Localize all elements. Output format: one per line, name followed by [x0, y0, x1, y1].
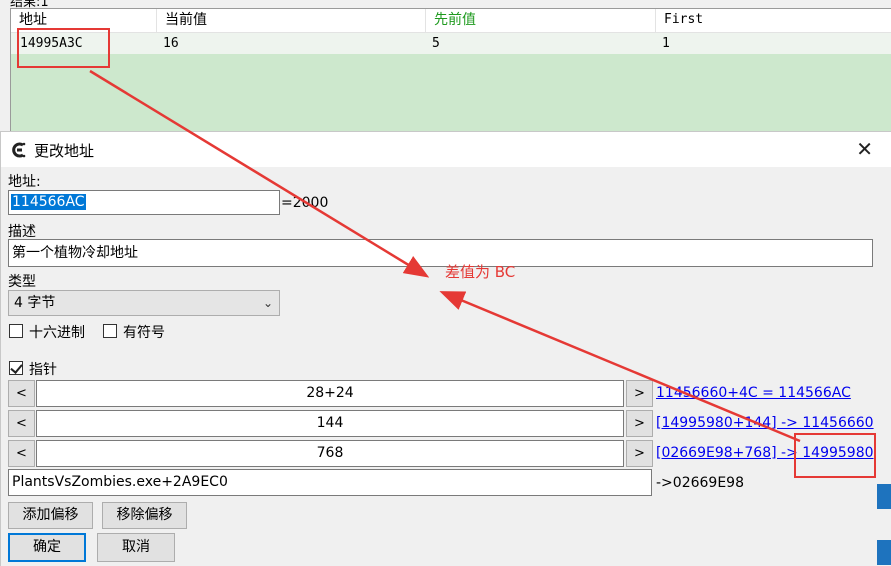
hex-label: 十六进制	[29, 325, 85, 341]
offset-input[interactable]: 144	[36, 410, 624, 437]
offset-input[interactable]: 768	[36, 440, 624, 467]
cell-previous-value: 5	[432, 36, 440, 51]
offset-result-link[interactable]: [14995980+144] -> 11456660	[656, 415, 874, 431]
signed-label: 有符号	[123, 325, 165, 341]
remove-offset-button[interactable]: 移除偏移	[102, 502, 187, 529]
address-input[interactable]: 114566AC	[8, 190, 280, 215]
type-value: 4 字节	[14, 295, 56, 311]
address-label: 地址:	[8, 174, 41, 190]
results-window: 结果:1 地址 当前值 先前值 First 14995A3C 16 5 1	[0, 0, 891, 140]
cancel-button[interactable]: 取消	[97, 533, 175, 562]
dialog-titlebar[interactable]: 更改地址 ✕	[1, 132, 891, 167]
close-icon[interactable]: ✕	[856, 138, 873, 160]
offset-decrease-button[interactable]: <	[8, 440, 35, 467]
offset-increase-button[interactable]: >	[626, 410, 653, 437]
add-offset-button[interactable]: 添加偏移	[8, 502, 93, 529]
column-header-first[interactable]: First	[656, 9, 891, 33]
hex-checkbox[interactable]	[9, 324, 23, 338]
address-value: 114566AC	[11, 194, 86, 210]
offset-decrease-button[interactable]: <	[8, 410, 35, 437]
description-input[interactable]: 第一个植物冷却地址	[8, 239, 873, 267]
background-window-edge	[877, 540, 891, 565]
results-table: 地址 当前值 先前值 First 14995A3C 16 5 1	[10, 8, 891, 132]
ok-button[interactable]: 确定	[8, 533, 86, 562]
change-address-dialog: 更改地址 ✕ 地址: 114566AC =2000 描述 第一个植物冷却地址 类…	[0, 131, 891, 566]
pointer-checkbox[interactable]	[9, 361, 23, 375]
offset-increase-button[interactable]: >	[626, 440, 653, 467]
offset-increase-button[interactable]: >	[626, 380, 653, 407]
cell-first: 1	[662, 36, 670, 51]
offset-input[interactable]: 28+24	[36, 380, 624, 407]
annotation-label: 差值为 BC	[445, 263, 516, 281]
highlight-box-address	[17, 28, 110, 68]
column-header-current-value[interactable]: 当前值	[157, 9, 426, 33]
dialog-title: 更改地址	[34, 142, 95, 160]
cheat-engine-icon	[10, 141, 28, 159]
type-select[interactable]: 4 字节 ⌄	[8, 290, 280, 316]
address-result: =2000	[281, 195, 329, 211]
type-label: 类型	[8, 274, 36, 290]
background-window-edge	[877, 484, 891, 509]
table-header: 地址 当前值 先前值 First	[11, 9, 891, 33]
description-label: 描述	[8, 224, 36, 240]
column-header-previous-value[interactable]: 先前值	[426, 9, 656, 33]
chevron-down-icon: ⌄	[262, 296, 273, 310]
cell-current-value: 16	[163, 36, 179, 51]
base-address-result: ->02669E98	[656, 475, 744, 491]
highlight-box-pointer-value	[794, 433, 876, 478]
offset-result-link[interactable]: 11456660+4C = 114566AC	[656, 385, 851, 401]
table-row[interactable]: 14995A3C 16 5 1	[11, 33, 891, 54]
signed-checkbox[interactable]	[103, 324, 117, 338]
offset-decrease-button[interactable]: <	[8, 380, 35, 407]
pointer-label: 指针	[29, 362, 57, 378]
base-address-input[interactable]: PlantsVsZombies.exe+2A9EC0	[8, 469, 652, 496]
